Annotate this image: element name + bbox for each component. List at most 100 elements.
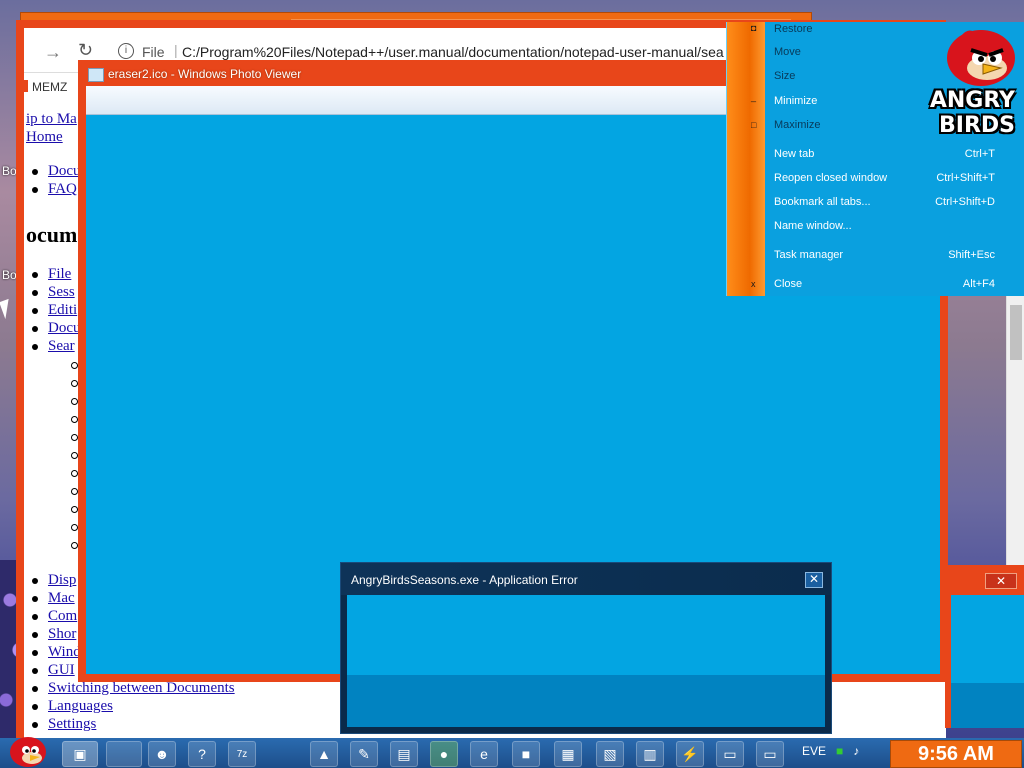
sub-bullet	[71, 542, 78, 549]
vlc-icon[interactable]: ▲	[310, 741, 338, 767]
section-link[interactable]: Sess	[48, 284, 75, 301]
menu-item-maximize[interactable]: Maximize	[774, 119, 820, 131]
list-bullet	[32, 344, 38, 350]
dialog-title: AngryBirdsSeasons.exe - Application Erro…	[351, 573, 578, 587]
dialog-close-button[interactable]: ✕	[805, 572, 823, 588]
bottom-link[interactable]: Switching between Documents	[48, 680, 235, 697]
bottom-link[interactable]: Disp	[48, 572, 76, 589]
list-bullet	[32, 650, 38, 656]
list-bullet	[32, 632, 38, 638]
address-bar[interactable]: C:/Program%20Files/Notepad++/user.manual…	[182, 44, 742, 60]
battery-icon[interactable]: ■	[836, 744, 843, 758]
menu-item-restore[interactable]: Restore	[774, 23, 813, 35]
page-heading: ocum	[26, 222, 78, 247]
dialog-footer	[347, 675, 825, 727]
section-link[interactable]: File	[48, 266, 71, 283]
close-button[interactable]: ✕	[985, 573, 1017, 589]
scrollbar-thumb[interactable]	[1010, 305, 1022, 360]
menu-shortcut: Ctrl+T	[964, 148, 995, 160]
start-button-angry-bird-icon[interactable]	[4, 730, 48, 768]
sub-bullet	[71, 452, 78, 459]
list-bullet	[32, 169, 38, 175]
menu-item-minimize[interactable]: Minimize	[774, 95, 817, 107]
menu-item-task-manager[interactable]: Task manager	[774, 249, 843, 261]
bottom-link[interactable]: Settings	[48, 716, 96, 733]
menu-item-new-tab[interactable]: New tab	[774, 148, 814, 160]
tray-text[interactable]: EVE	[802, 744, 826, 758]
app3-icon[interactable]: ▧	[596, 741, 624, 767]
menu-item-name-window[interactable]: Name window...	[774, 220, 852, 232]
blank-task-icon[interactable]	[106, 741, 142, 767]
bottom-link[interactable]: Mac	[48, 590, 75, 607]
window2-icon[interactable]: ▭	[756, 741, 784, 767]
bottom-link[interactable]: Com	[48, 608, 77, 625]
maximize-icon: □	[751, 120, 757, 130]
tab-memz[interactable]: MEMZ	[32, 80, 67, 94]
menu-item-move[interactable]: Move	[774, 46, 801, 58]
home-link[interactable]: Home	[26, 129, 63, 146]
paint-icon[interactable]: ✎	[350, 741, 378, 767]
media-icon[interactable]: ●	[430, 741, 458, 767]
sub-bullet	[71, 488, 78, 495]
menu-shortcut: Shift+Esc	[948, 249, 995, 261]
bottom-link[interactable]: Shor	[48, 626, 76, 643]
reload-icon[interactable]: ↻	[78, 40, 93, 61]
section-link[interactable]: Sear	[48, 338, 75, 355]
list-bullet	[32, 668, 38, 674]
photo-viewer-title: eraser2.ico - Windows Photo Viewer	[108, 67, 302, 81]
angry-birds-logo-text: ANGRY BIRDS	[929, 88, 1015, 138]
list-bullet	[32, 290, 38, 296]
flash-icon[interactable]: ⚡	[676, 741, 704, 767]
window-footer	[951, 683, 1024, 728]
tab-icon	[24, 80, 28, 92]
window-icon[interactable]: ▭	[716, 741, 744, 767]
photo-viewer-icon	[88, 68, 104, 82]
url-scheme[interactable]: File	[142, 44, 165, 60]
error-dialog[interactable]: AngryBirdsSeasons.exe - Application Erro…	[340, 562, 832, 734]
notepad-icon[interactable]: ▤	[390, 741, 418, 767]
nav-link[interactable]: FAQ	[48, 181, 77, 198]
bottom-link[interactable]: GUI	[48, 662, 75, 679]
ie-icon[interactable]: e	[470, 741, 498, 767]
list-bullet	[32, 272, 38, 278]
minimize-icon: _	[751, 92, 757, 102]
help-icon[interactable]: ?	[188, 741, 216, 767]
menu-item-bookmark-all-tabs[interactable]: Bookmark all tabs...	[774, 196, 871, 208]
scrollbar[interactable]	[1006, 295, 1024, 565]
dialog-title-bar[interactable]: AngryBirdsSeasons.exe - Application Erro…	[341, 563, 831, 595]
section-link[interactable]: Editi	[48, 302, 77, 319]
menu-sidebar	[727, 22, 765, 296]
small-window[interactable]: ✕	[945, 565, 1024, 728]
bottom-link[interactable]: Languages	[48, 698, 113, 715]
clock[interactable]: 9:56 AM	[890, 740, 1022, 768]
menu-item-reopen-closed-window[interactable]: Reopen closed window	[774, 172, 887, 184]
close-icon: x	[751, 279, 756, 289]
nav-link[interactable]: Docu	[48, 163, 81, 180]
desktop-label[interactable]: Bo	[2, 164, 17, 178]
list-bullet	[32, 722, 38, 728]
app-icon[interactable]: ■	[512, 741, 540, 767]
window-context-menu[interactable]: ANGRY BIRDS ◘ Restore Move Size _ Minimi…	[726, 22, 1024, 296]
menu-item-close[interactable]: Close	[774, 278, 802, 290]
folder-icon[interactable]: ▣	[62, 741, 98, 767]
app4-icon[interactable]: ▥	[636, 741, 664, 767]
list-bullet	[32, 326, 38, 332]
mouse-cursor-icon	[0, 298, 15, 320]
7zip-icon[interactable]: 7z	[228, 741, 256, 767]
sub-bullet	[71, 506, 78, 513]
app2-icon[interactable]: ▦	[554, 741, 582, 767]
list-bullet	[32, 596, 38, 602]
bottom-link[interactable]: Wind	[48, 644, 81, 661]
info-icon[interactable]: i	[118, 43, 134, 59]
url-separator: |	[174, 42, 178, 58]
menu-item-size[interactable]: Size	[774, 70, 795, 82]
sub-bullet	[71, 362, 78, 369]
volume-icon[interactable]: ♪	[853, 744, 859, 758]
sub-bullet	[71, 470, 78, 477]
forward-icon[interactable]: →	[44, 42, 62, 63]
taskbar: ▣ ☻ ? 7z ▲ ✎ ▤ ● e ■ ▦ ▧ ▥ ⚡ ▭ ▭ EVE ■ ♪…	[0, 737, 1024, 768]
chat-icon[interactable]: ☻	[148, 741, 176, 767]
section-link[interactable]: Docu	[48, 320, 81, 337]
desktop-label[interactable]: Bo	[2, 268, 17, 282]
skip-link[interactable]: ip to Ma	[26, 111, 77, 128]
